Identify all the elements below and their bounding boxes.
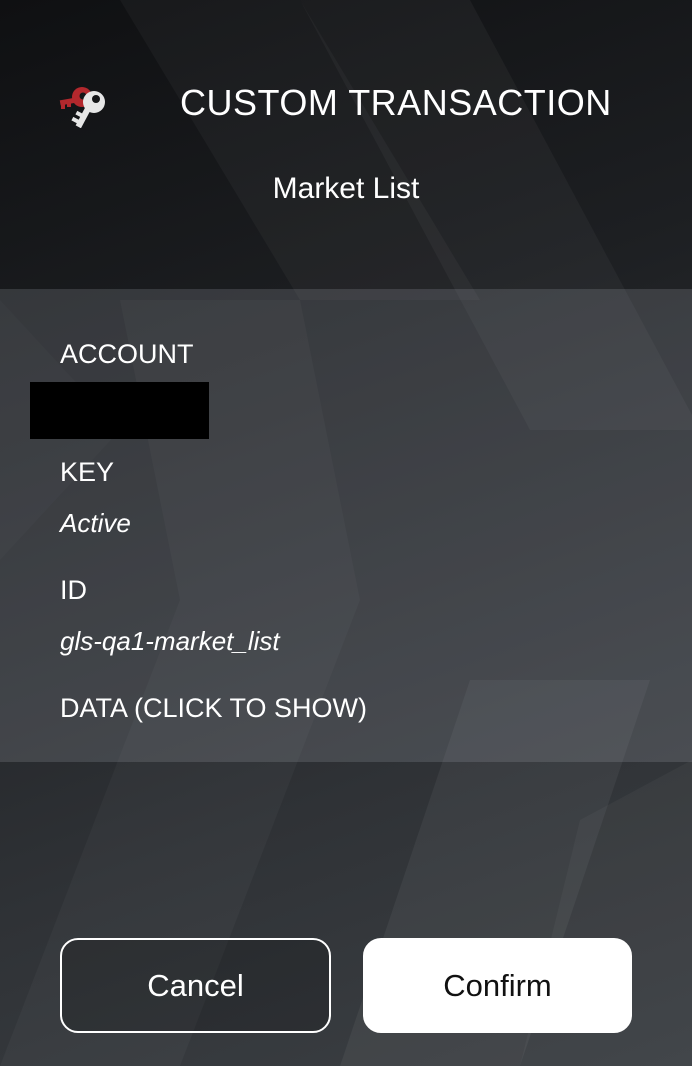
- account-value-redacted: [30, 382, 209, 439]
- id-value: gls-qa1-market_list: [60, 626, 280, 656]
- cancel-button[interactable]: Cancel: [60, 938, 331, 1033]
- id-label: ID: [60, 575, 87, 605]
- key-icon: [59, 87, 105, 128]
- custom-transaction-window: CUSTOM TRANSACTION Market List ACCOUNT K…: [0, 0, 692, 1066]
- account-label: ACCOUNT: [60, 339, 194, 369]
- key-value: Active: [60, 508, 131, 538]
- data-show-toggle[interactable]: DATA (CLICK TO SHOW): [60, 691, 367, 725]
- key-label: KEY: [60, 457, 115, 487]
- header: CUSTOM TRANSACTION Market List: [0, 0, 692, 289]
- page-title: CUSTOM TRANSACTION: [180, 82, 612, 123]
- confirm-button[interactable]: Confirm: [363, 938, 632, 1033]
- transaction-details-panel: ACCOUNT KEY Active ID gls-qa1-market_lis…: [0, 289, 692, 762]
- transaction-name: Market List: [272, 172, 420, 205]
